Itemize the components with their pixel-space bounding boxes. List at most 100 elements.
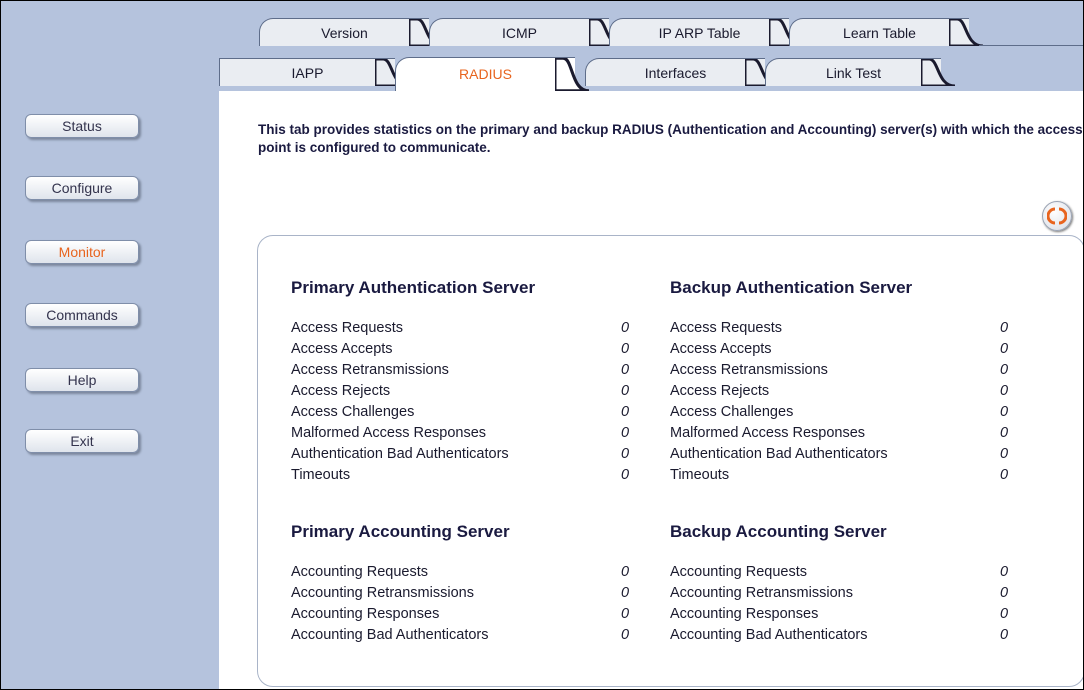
status-button[interactable]: Status: [25, 114, 139, 138]
stat-row: Authentication Bad Authenticators 0: [670, 444, 1010, 465]
stat-value: 0: [1000, 362, 1009, 378]
stat-row: Timeouts 0: [670, 465, 1010, 486]
tab-ip-arp-table[interactable]: IP ARP Table: [609, 18, 804, 46]
stat-row: Accounting Requests 0: [291, 562, 631, 583]
stat-value: 0: [621, 404, 630, 420]
stat-value: 0: [621, 320, 630, 336]
help-button[interactable]: Help: [25, 368, 139, 392]
stat-row: Accounting Responses 0: [670, 604, 1010, 625]
tab-label: Version: [321, 25, 368, 41]
tab-label: IP ARP Table: [658, 25, 741, 41]
app-window: Status Configure Monitor Commands Help E…: [0, 0, 1084, 690]
stat-label: Authentication Bad Authenticators: [670, 446, 888, 462]
stat-label: Accounting Retransmissions: [291, 585, 474, 601]
tab-interfaces[interactable]: Interfaces: [585, 58, 780, 86]
backup-acct-title: Backup Accounting Server: [670, 522, 887, 541]
tab-learn-table[interactable]: Learn Table: [789, 18, 984, 46]
stat-value: 0: [621, 362, 630, 378]
stat-row: Access Accepts 0: [291, 339, 631, 360]
stat-label: Access Rejects: [670, 383, 770, 399]
tab-label: Interfaces: [644, 65, 707, 81]
tab-radius[interactable]: RADIUS: [395, 57, 590, 91]
stat-row: Malformed Access Responses 0: [670, 423, 1010, 444]
stat-label: Timeouts: [670, 467, 730, 483]
stat-row: Timeouts 0: [291, 465, 631, 486]
page-description: This tab provides statistics on the prim…: [258, 122, 1083, 155]
stats-panel: Primary Authentication Server Backup Aut…: [257, 235, 1083, 687]
tab-label: Link Test: [826, 65, 881, 81]
stat-value: 0: [621, 627, 630, 643]
stat-value: 0: [621, 425, 630, 441]
tab-label: Learn Table: [843, 25, 916, 41]
tab-edge: [921, 59, 956, 86]
stat-row: Access Retransmissions 0: [670, 360, 1010, 381]
stat-row: Accounting Bad Authenticators 0: [670, 625, 1010, 646]
tab-edge: [555, 58, 590, 91]
stat-value: 0: [1000, 425, 1009, 441]
stat-label: Access Challenges: [670, 404, 794, 420]
refresh-button[interactable]: [1042, 201, 1072, 231]
stat-label: Malformed Access Responses: [291, 425, 487, 441]
primary-auth-title: Primary Authentication Server: [291, 278, 536, 297]
stat-label: Timeouts: [291, 467, 351, 483]
stat-label: Accounting Bad Authenticators: [291, 627, 489, 643]
stat-label: Accounting Bad Authenticators: [670, 627, 868, 643]
stat-label: Access Requests: [670, 320, 783, 336]
stat-row: Accounting Requests 0: [670, 562, 1010, 583]
stat-value: 0: [621, 467, 630, 483]
stat-value: 0: [1000, 467, 1009, 483]
tab-bar: Version ICMP IP ARP Table Learn Table IA…: [219, 1, 1083, 91]
tab-link-test[interactable]: Link Test: [765, 58, 956, 86]
stat-value: 0: [1000, 564, 1009, 580]
stat-value: 0: [1000, 627, 1009, 643]
tab-label: ICMP: [502, 25, 537, 41]
stat-label: Accounting Requests: [291, 564, 429, 580]
tab-row-divider: [979, 45, 1083, 46]
tab-version[interactable]: Version: [259, 18, 444, 46]
stat-value: 0: [1000, 320, 1009, 336]
stat-value: 0: [621, 341, 630, 357]
stat-label: Access Challenges: [291, 404, 415, 420]
exit-button[interactable]: Exit: [25, 429, 139, 453]
tab-edge: [949, 19, 984, 46]
stat-label: Access Requests: [291, 320, 404, 336]
main-content: This tab provides statistics on the prim…: [219, 91, 1083, 689]
stat-row: Accounting Retransmissions 0: [291, 583, 631, 604]
stat-row: Access Challenges 0: [291, 402, 631, 423]
stat-row: Malformed Access Responses 0: [291, 423, 631, 444]
stat-value: 0: [621, 585, 630, 601]
stat-row: Access Challenges 0: [670, 402, 1010, 423]
stat-value: 0: [621, 446, 630, 462]
stat-row: Access Retransmissions 0: [291, 360, 631, 381]
stat-label: Access Accepts: [291, 341, 393, 357]
stat-row: Access Requests 0: [670, 318, 1010, 339]
stat-value: 0: [1000, 404, 1009, 420]
stat-row: Accounting Bad Authenticators 0: [291, 625, 631, 646]
stat-value: 0: [621, 564, 630, 580]
tab-icmp[interactable]: ICMP: [429, 18, 624, 46]
configure-button[interactable]: Configure: [25, 176, 139, 200]
stat-label: Access Retransmissions: [670, 362, 828, 378]
stat-label: Malformed Access Responses: [670, 425, 866, 441]
stat-value: 0: [621, 383, 630, 399]
commands-button[interactable]: Commands: [25, 303, 139, 327]
tab-label: IAPP: [291, 65, 324, 81]
stat-label: Access Retransmissions: [291, 362, 449, 378]
stat-row: Accounting Responses 0: [291, 604, 631, 625]
stat-value: 0: [621, 606, 630, 622]
stat-row: Access Rejects 0: [291, 381, 631, 402]
stat-value: 0: [1000, 585, 1009, 601]
monitor-button[interactable]: Monitor: [25, 240, 139, 264]
backup-auth-title: Backup Authentication Server: [670, 278, 913, 297]
stat-row: Access Requests 0: [291, 318, 631, 339]
stat-row: Access Accepts 0: [670, 339, 1010, 360]
stat-value: 0: [1000, 341, 1009, 357]
stat-label: Accounting Responses: [670, 606, 819, 622]
stat-row: Access Rejects 0: [670, 381, 1010, 402]
refresh-icon: [1047, 207, 1067, 225]
tab-label: RADIUS: [459, 66, 512, 82]
stat-label: Authentication Bad Authenticators: [291, 446, 509, 462]
stat-row: Authentication Bad Authenticators 0: [291, 444, 631, 465]
stat-value: 0: [1000, 383, 1009, 399]
tab-iapp[interactable]: IAPP: [219, 58, 410, 86]
